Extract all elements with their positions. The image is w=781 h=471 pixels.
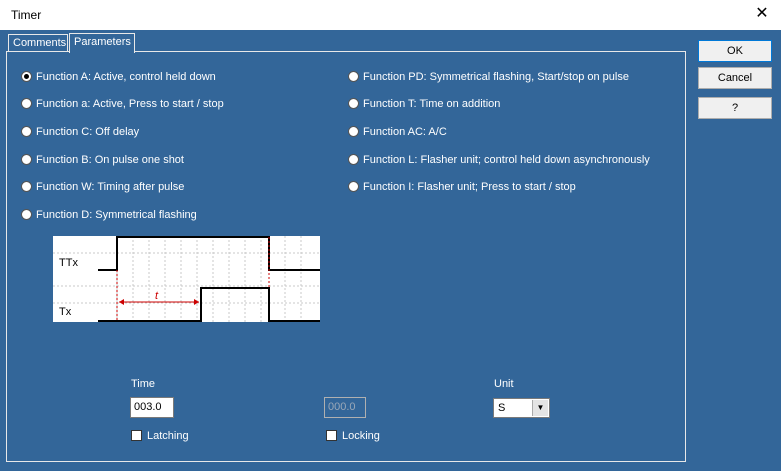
checkbox-indicator <box>131 429 142 441</box>
unit-select[interactable]: S ▼ <box>493 398 550 418</box>
help-button[interactable]: ? <box>698 97 772 119</box>
radio-label: Function PD: Symmetrical flashing, Start… <box>363 71 629 83</box>
checkbox-label: Latching <box>147 430 189 442</box>
radio-function-b[interactable]: Function B: On pulse one shot <box>21 153 184 167</box>
radio-function-l[interactable]: Function L: Flasher unit; control held d… <box>348 153 650 167</box>
radio-indicator <box>348 97 359 109</box>
radio-indicator <box>21 70 32 82</box>
radio-label: Function a: Active, Press to start / sto… <box>36 98 224 110</box>
tab-parameters[interactable]: Parameters <box>69 33 135 53</box>
radio-label: Function AC: A/C <box>363 126 447 138</box>
radio-indicator <box>21 208 32 220</box>
radio-indicator <box>348 70 359 82</box>
close-icon[interactable]: ✕ <box>751 4 773 26</box>
radio-function-w[interactable]: Function W: Timing after pulse <box>21 180 184 194</box>
radio-function-c[interactable]: Function C: Off delay <box>21 125 139 139</box>
diagram-background <box>53 236 320 322</box>
radio-label: Function I: Flasher unit; Press to start… <box>363 181 576 193</box>
title-bar: Timer ✕ <box>0 0 781 30</box>
tab-comments[interactable]: Comments <box>8 34 68 51</box>
unit-label: Unit <box>494 378 514 390</box>
latching-checkbox[interactable]: Latching <box>131 429 189 444</box>
time-input[interactable]: 003.0 <box>130 397 174 418</box>
radio-function-ac[interactable]: Function AC: A/C <box>348 125 447 139</box>
radio-label: Function T: Time on addition <box>363 98 501 110</box>
radio-function-pd[interactable]: Function PD: Symmetrical flashing, Start… <box>348 70 629 84</box>
timing-diagram: t TTx Tx <box>53 236 320 322</box>
ok-button[interactable]: OK <box>698 40 772 62</box>
radio-indicator <box>21 125 32 137</box>
radio-label: Function D: Symmetrical flashing <box>36 209 197 221</box>
ttx-label: TTx <box>59 257 78 269</box>
radio-indicator <box>348 125 359 137</box>
radio-indicator <box>21 153 32 165</box>
radio-function-i[interactable]: Function I: Flasher unit; Press to start… <box>348 180 576 194</box>
radio-indicator <box>21 180 32 192</box>
secondary-time-input: 000.0 <box>324 397 366 418</box>
radio-label: Function B: On pulse one shot <box>36 154 184 166</box>
radio-label: Function C: Off delay <box>36 126 140 138</box>
radio-function-a-press[interactable]: Function a: Active, Press to start / sto… <box>21 97 224 111</box>
radio-indicator <box>348 180 359 192</box>
unit-value: S <box>498 402 506 414</box>
radio-indicator <box>348 153 359 165</box>
checkbox-label: Locking <box>342 430 380 442</box>
window-title: Timer <box>11 8 42 22</box>
locking-checkbox[interactable]: Locking <box>326 429 380 444</box>
radio-label: Function L: Flasher unit; control held d… <box>363 154 650 166</box>
radio-function-a-held[interactable]: Function A: Active, control held down <box>21 70 216 84</box>
tx-label: Tx <box>59 306 72 318</box>
chevron-down-icon[interactable]: ▼ <box>532 400 548 416</box>
cancel-button[interactable]: Cancel <box>698 67 772 89</box>
radio-label: Function W: Timing after pulse <box>36 181 185 193</box>
radio-function-d[interactable]: Function D: Symmetrical flashing <box>21 208 197 222</box>
radio-label: Function A: Active, control held down <box>36 71 216 83</box>
checkbox-indicator <box>326 429 337 441</box>
time-label: Time <box>131 378 156 390</box>
radio-indicator <box>21 97 32 109</box>
radio-function-t[interactable]: Function T: Time on addition <box>348 97 500 111</box>
